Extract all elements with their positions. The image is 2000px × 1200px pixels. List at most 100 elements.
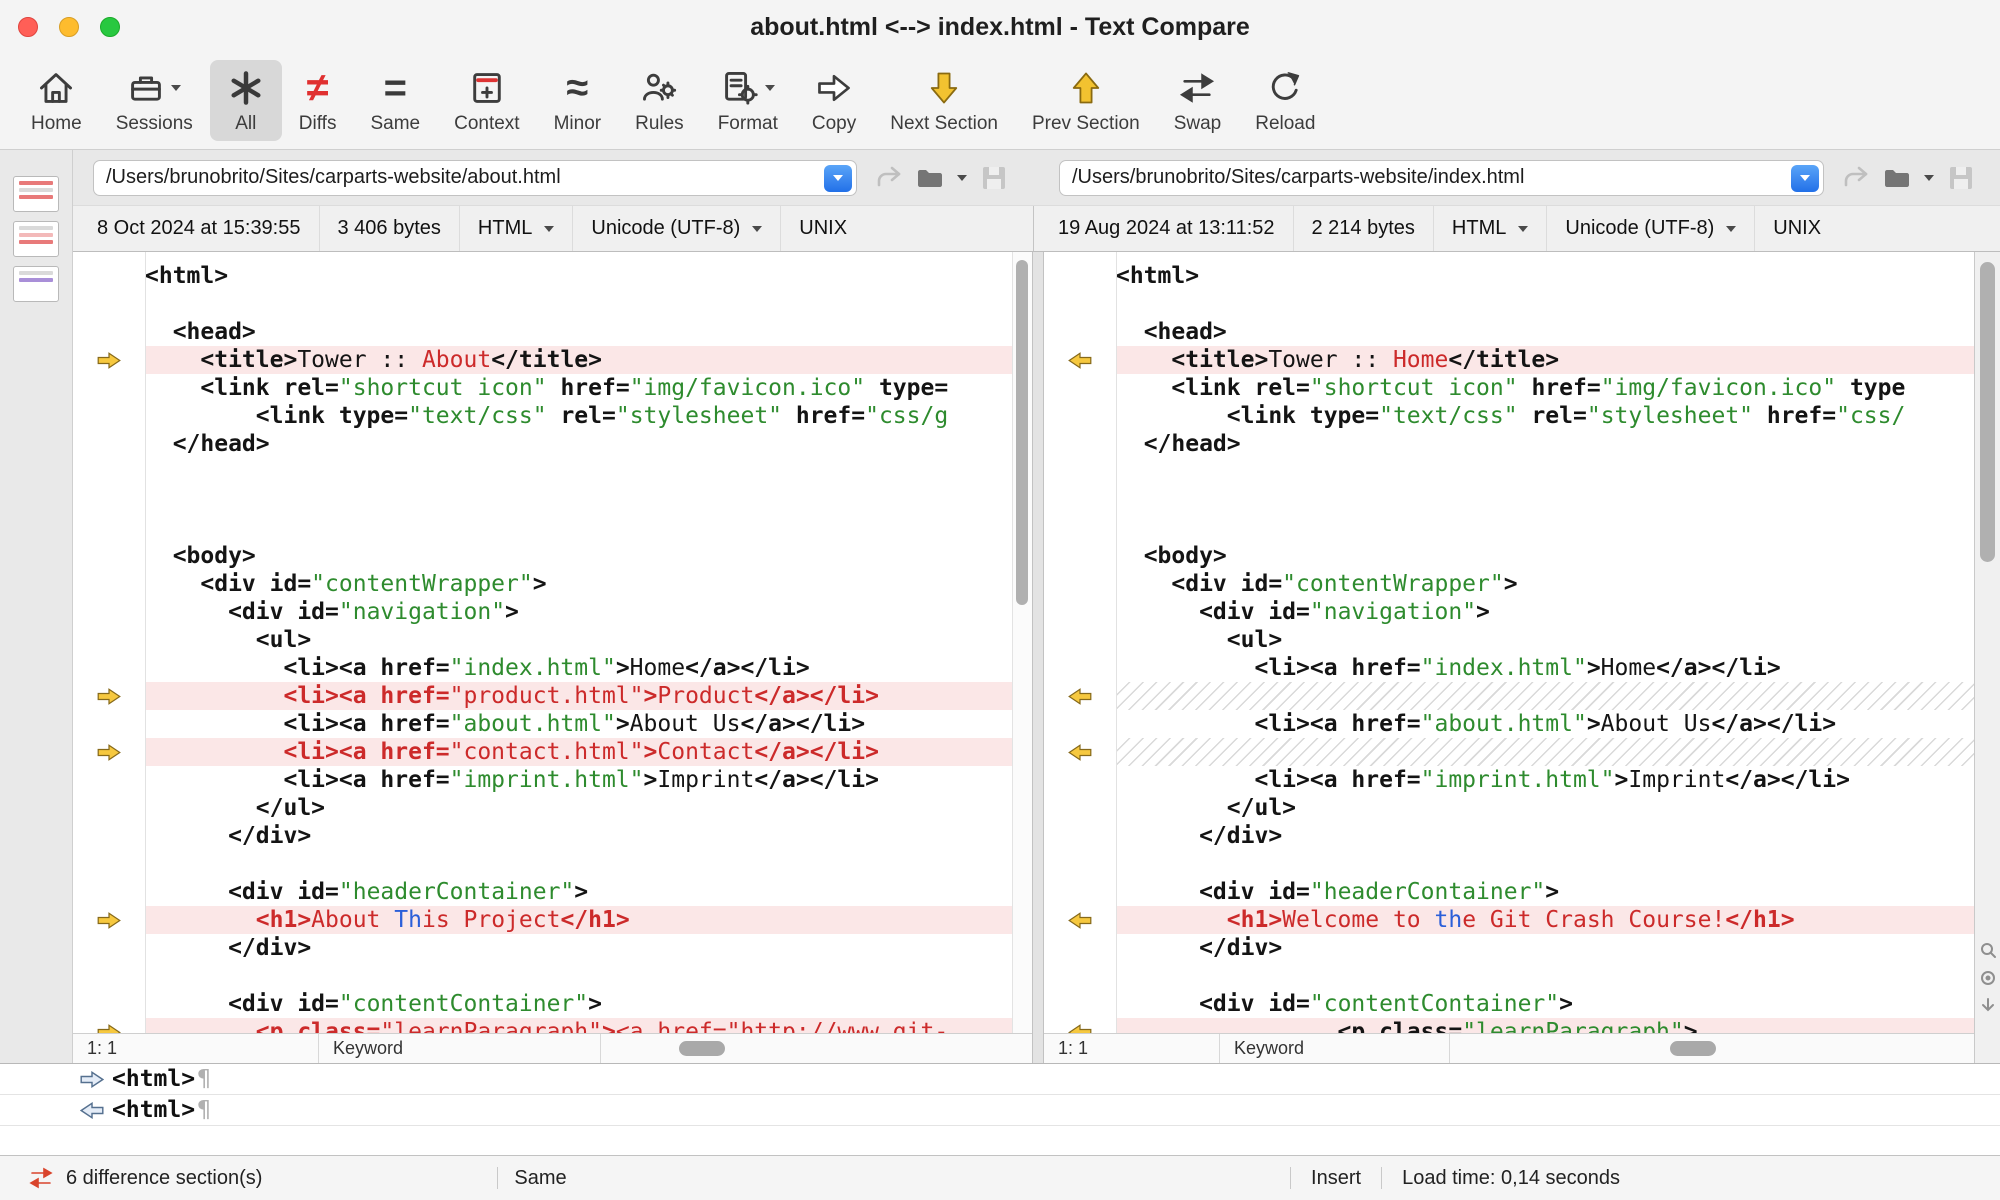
code-row[interactable]: </ul> <box>1044 794 1974 822</box>
code-row[interactable]: <html> <box>1044 262 1974 290</box>
code-line[interactable]: <li><a href="index.html">Home</a></li> <box>145 654 1012 682</box>
code-row[interactable]: <li><a href="index.html">Home</a></li> <box>73 654 1012 682</box>
right-path-input[interactable] <box>1060 166 1785 189</box>
left-code-pane[interactable]: <html> <head> <title>Tower :: About</tit… <box>73 252 1033 1063</box>
code-line[interactable]: <li><a href="contact.html">Contact</a></… <box>145 738 1012 766</box>
code-row[interactable]: <div id="contentWrapper"> <box>73 570 1012 598</box>
toolbar-swap[interactable]: Swap <box>1157 60 1239 141</box>
code-line[interactable]: <li><a href="imprint.html">Imprint</a></… <box>1116 766 1974 794</box>
left-vertical-scroll-thumb[interactable] <box>1016 260 1028 605</box>
code-line[interactable]: <ul> <box>1116 626 1974 654</box>
code-line[interactable]: </ul> <box>145 794 1012 822</box>
code-row[interactable] <box>1044 962 1974 990</box>
code-line[interactable]: <head> <box>145 318 1012 346</box>
code-line[interactable]: <h1>Welcome to the Git Crash Course!</h1… <box>1116 906 1974 934</box>
toolbar-copy[interactable]: Copy <box>795 60 873 141</box>
toolbar-prev-section[interactable]: Prev Section <box>1015 60 1157 141</box>
overview-thumbnail[interactable] <box>13 176 59 212</box>
code-line[interactable]: <title>Tower :: Home</title> <box>1116 346 1974 374</box>
code-row[interactable] <box>1044 738 1974 766</box>
code-line[interactable]: </div> <box>145 934 1012 962</box>
close-button[interactable] <box>18 17 38 37</box>
code-row[interactable]: <li><a href="about.html">About Us</a></l… <box>1044 710 1974 738</box>
jump-down-icon[interactable] <box>1978 996 1998 1016</box>
merge-arrow-left-icon[interactable] <box>1068 912 1092 929</box>
code-row[interactable]: <div id="headerContainer"> <box>73 878 1012 906</box>
code-row[interactable]: </div> <box>73 934 1012 962</box>
code-line[interactable] <box>145 962 1012 990</box>
code-line[interactable] <box>1116 458 1974 486</box>
code-line[interactable] <box>1116 486 1974 514</box>
code-line[interactable] <box>145 290 1012 318</box>
code-row[interactable] <box>73 514 1012 542</box>
code-row[interactable]: <div id="contentContainer"> <box>73 990 1012 1018</box>
toolbar-home[interactable]: Home <box>14 60 99 141</box>
code-row[interactable]: <body> <box>1044 542 1974 570</box>
code-row[interactable] <box>1044 486 1974 514</box>
code-row[interactable] <box>1044 514 1974 542</box>
right-scrollbar-strip[interactable] <box>1974 252 2000 1063</box>
code-line[interactable]: <div id="contentContainer"> <box>145 990 1012 1018</box>
code-row[interactable] <box>1044 682 1974 710</box>
save-icon[interactable] <box>979 163 1009 193</box>
merge-arrow-right-icon[interactable] <box>97 352 121 369</box>
right-vertical-scroll-thumb[interactable] <box>1980 262 1995 562</box>
code-row[interactable]: <body> <box>73 542 1012 570</box>
code-row[interactable]: <div id="headerContainer"> <box>1044 878 1974 906</box>
code-line[interactable]: <div id="navigation"> <box>145 598 1012 626</box>
code-row[interactable] <box>73 486 1012 514</box>
code-row[interactable]: <li><a href="product.html">Product</a></… <box>73 682 1012 710</box>
code-line[interactable]: <div id="navigation"> <box>1116 598 1974 626</box>
code-row[interactable]: <li><a href="imprint.html">Imprint</a></… <box>1044 766 1974 794</box>
code-line[interactable]: <div id="headerContainer"> <box>145 878 1012 906</box>
left-path-field[interactable] <box>93 160 857 196</box>
code-row[interactable]: <head> <box>73 318 1012 346</box>
toolbar-same[interactable]: = Same <box>353 60 437 141</box>
code-row[interactable]: <li><a href="imprint.html">Imprint</a></… <box>73 766 1012 794</box>
overview-thumbnail[interactable] <box>13 221 59 257</box>
toolbar-rules[interactable]: Rules <box>618 60 701 141</box>
merge-arrow-right-icon[interactable] <box>97 744 121 761</box>
code-line[interactable]: </div> <box>145 822 1012 850</box>
toolbar-reload[interactable]: Reload <box>1238 60 1332 141</box>
left-path-dropdown-button[interactable] <box>824 165 852 192</box>
right-path-field[interactable] <box>1059 160 1824 196</box>
code-line[interactable]: <body> <box>1116 542 1974 570</box>
right-horizontal-scroll-thumb[interactable] <box>1670 1041 1716 1056</box>
right-code[interactable]: <html> <head> <title>Tower :: Home</titl… <box>1044 252 1974 1033</box>
code-row[interactable]: <div id="navigation"> <box>1044 598 1974 626</box>
toolbar-all[interactable]: All <box>210 60 282 141</box>
section-arrow-right-icon[interactable] <box>80 1071 104 1088</box>
code-line[interactable]: </head> <box>145 430 1012 458</box>
code-row[interactable]: <div id="contentContainer"> <box>1044 990 1974 1018</box>
code-row[interactable] <box>73 290 1012 318</box>
code-line[interactable]: </head> <box>1116 430 1974 458</box>
code-line[interactable]: <link rel="shortcut icon" href="img/favi… <box>1116 374 1974 402</box>
code-line[interactable]: <div id="contentWrapper"> <box>1116 570 1974 598</box>
code-row[interactable]: <h1>Welcome to the Git Crash Course!</h1… <box>1044 906 1974 934</box>
code-row[interactable]: <link type="text/css" rel="stylesheet" h… <box>1044 402 1974 430</box>
overview-thumbnail[interactable] <box>13 266 59 302</box>
code-line[interactable] <box>145 486 1012 514</box>
code-row[interactable] <box>73 458 1012 486</box>
code-line[interactable]: <li><a href="imprint.html">Imprint</a></… <box>145 766 1012 794</box>
code-line[interactable] <box>145 514 1012 542</box>
merge-arrow-left-icon[interactable] <box>1068 744 1092 761</box>
code-row[interactable]: </div> <box>73 822 1012 850</box>
folder-menu-chevron-icon[interactable] <box>957 175 967 181</box>
code-row[interactable] <box>73 962 1012 990</box>
code-row[interactable]: <head> <box>1044 318 1974 346</box>
code-line[interactable]: <h1>About This Project</h1> <box>145 906 1012 934</box>
code-line[interactable]: </ul> <box>1116 794 1974 822</box>
left-vertical-scrollbar[interactable] <box>1012 252 1032 1033</box>
code-line[interactable] <box>145 458 1012 486</box>
magnifier-icon[interactable] <box>1978 940 1998 960</box>
code-row[interactable]: <link rel="shortcut icon" href="img/favi… <box>1044 374 1974 402</box>
code-line[interactable] <box>1116 738 1974 766</box>
code-line[interactable]: </div> <box>1116 822 1974 850</box>
toolbar-context[interactable]: Context <box>437 60 536 141</box>
toolbar-format[interactable]: Format <box>701 60 795 141</box>
merge-arrow-left-icon[interactable] <box>1068 1024 1092 1034</box>
code-row[interactable]: <ul> <box>1044 626 1974 654</box>
code-row[interactable]: <p class="learnParagraph"><a href="http:… <box>73 1018 1012 1033</box>
